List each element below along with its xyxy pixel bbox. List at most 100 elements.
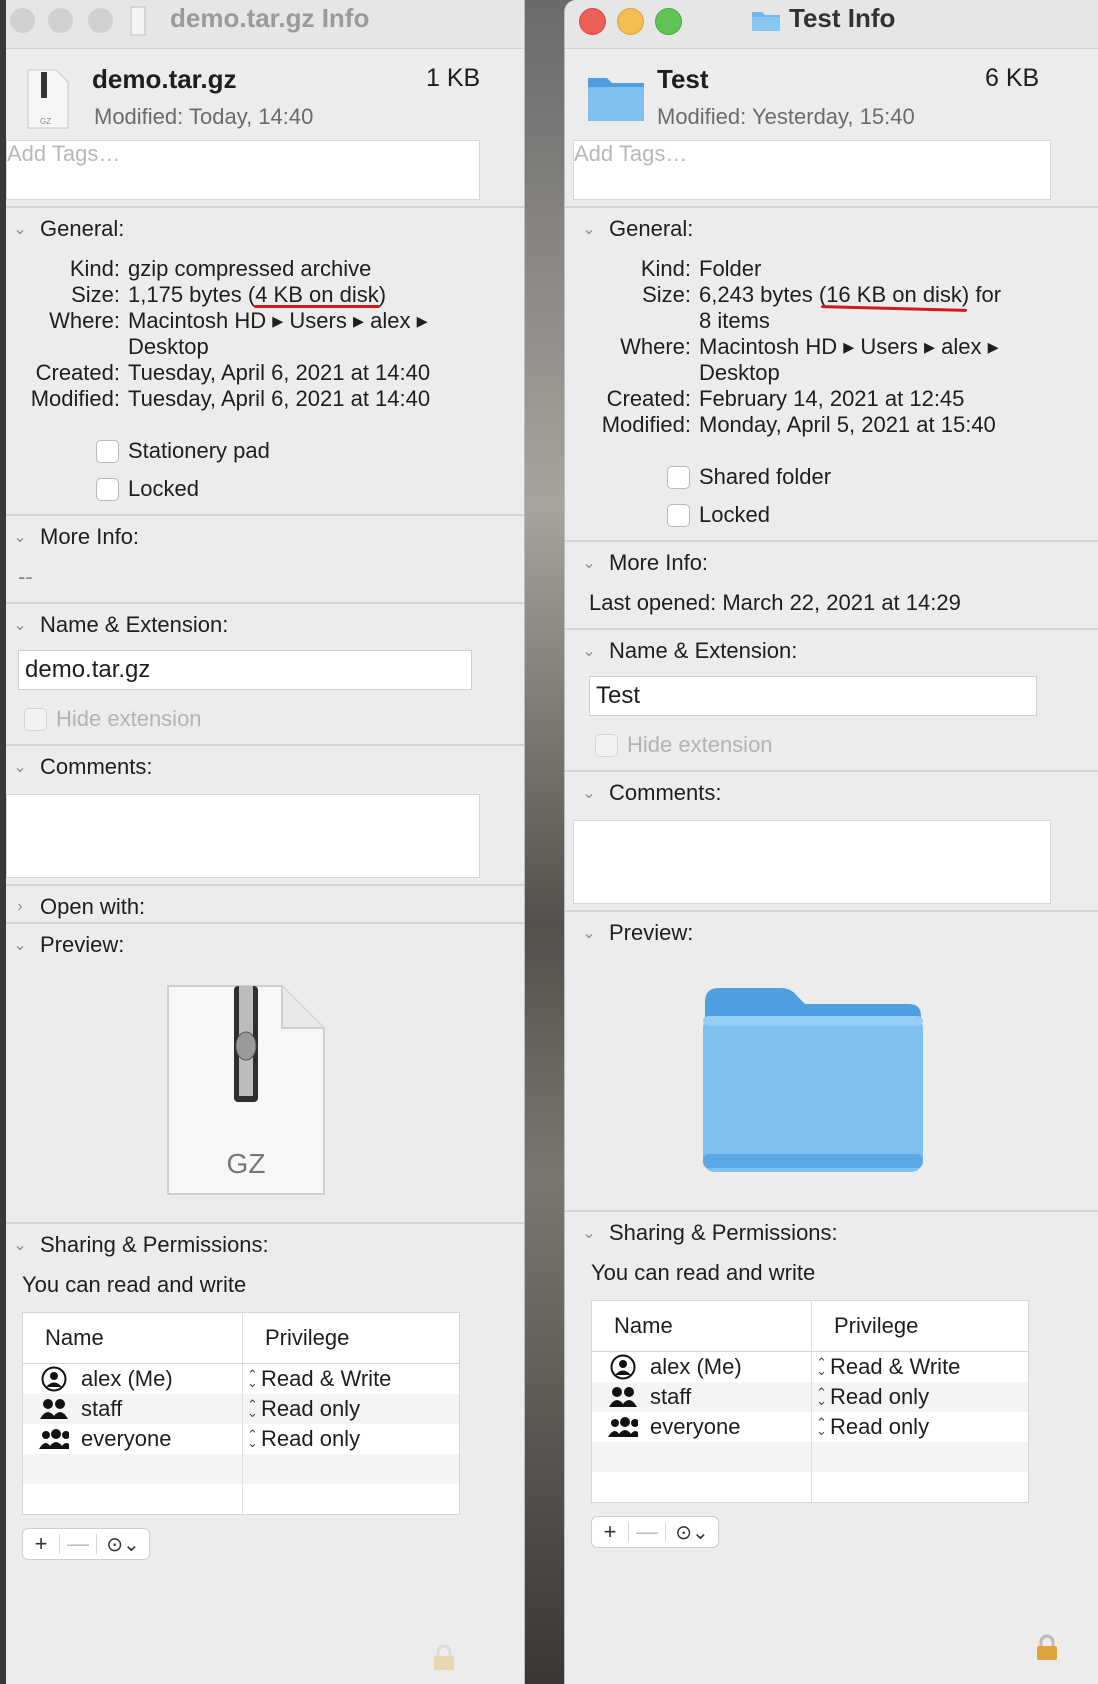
- lock-icon[interactable]: [432, 1644, 456, 1672]
- folder-icon: [588, 78, 644, 121]
- archive-file-icon: GZ: [27, 69, 69, 129]
- permissions-table: Name Privilege alex (Me) ⌃ ⌄ Read & Write s…: [22, 1312, 460, 1515]
- comments-field[interactable]: [573, 820, 1051, 904]
- column-header-privilege[interactable]: Privilege: [242, 1312, 460, 1364]
- section-general[interactable]: ⌄ General:: [10, 216, 124, 242]
- locked-checkbox[interactable]: Locked: [96, 476, 199, 502]
- size-label: Size:: [71, 282, 120, 307]
- section-name-extension[interactable]: ⌄ Name & Extension:: [579, 638, 797, 664]
- minimize-button[interactable]: [48, 8, 73, 33]
- where-value: Macintosh HD ▸ Users ▸ alex ▸: [699, 334, 999, 359]
- section-more-info[interactable]: ⌄ More Info:: [10, 524, 139, 550]
- user-name: everyone: [81, 1426, 172, 1451]
- section-preview[interactable]: ⌄ Preview:: [579, 920, 693, 946]
- permissions-toolbar: + — ⊙⌄: [591, 1516, 719, 1548]
- section-label: Preview:: [609, 920, 694, 945]
- hide-extension-checkbox[interactable]: Hide extension: [595, 732, 773, 758]
- section-comments[interactable]: ⌄ Comments:: [10, 754, 152, 780]
- name-field[interactable]: Test: [589, 676, 1037, 716]
- modified-label: Modified:: [657, 104, 747, 129]
- kind-value: Folder: [699, 256, 762, 281]
- user-name: alex (Me): [650, 1354, 742, 1379]
- action-menu-button[interactable]: ⊙⌄: [666, 1520, 718, 1545]
- window-title: demo.tar.gz Info: [170, 3, 370, 33]
- name-field-value: demo.tar.gz: [25, 656, 151, 683]
- group-icon: [608, 1384, 638, 1410]
- section-comments[interactable]: ⌄ Comments:: [579, 780, 721, 806]
- section-more-info[interactable]: ⌄ More Info:: [579, 550, 708, 576]
- section-preview[interactable]: ⌄ Preview:: [10, 932, 124, 958]
- name-field[interactable]: demo.tar.gz: [18, 650, 472, 690]
- action-menu-button[interactable]: ⊙⌄: [97, 1532, 149, 1557]
- file-size: 6 KB: [985, 64, 1040, 92]
- chevron-down-icon: ⌄: [582, 925, 596, 942]
- table-row[interactable]: alex (Me) ⌃ ⌄ Read & Write: [591, 1351, 1029, 1382]
- where-value: Macintosh HD ▸ Users ▸ alex ▸: [128, 308, 428, 333]
- section-label: Open with:: [40, 894, 146, 919]
- section-open-with[interactable]: › Open with:: [10, 894, 145, 920]
- chevron-down-icon: ⌄: [582, 643, 596, 660]
- locked-checkbox[interactable]: Locked: [667, 502, 770, 528]
- remove-button[interactable]: —: [60, 1531, 96, 1557]
- kind-label: Kind:: [69, 256, 120, 281]
- shared-folder-checkbox[interactable]: Shared folder: [667, 464, 831, 490]
- section-general[interactable]: ⌄ General:: [579, 216, 693, 242]
- privilege-value[interactable]: Read & Write: [261, 1366, 391, 1392]
- modified-value: Tuesday, April 6, 2021 at 14:40: [128, 386, 431, 411]
- column-header-name[interactable]: Name: [22, 1312, 243, 1364]
- section-name-extension[interactable]: ⌄ Name & Extension:: [10, 612, 228, 638]
- lock-icon[interactable]: [1035, 1634, 1059, 1662]
- window-title: Test Info: [789, 3, 896, 33]
- privilege-value[interactable]: Read only: [830, 1414, 929, 1440]
- privilege-value[interactable]: Read & Write: [830, 1354, 960, 1380]
- privilege-value[interactable]: Read only: [830, 1384, 929, 1410]
- section-sharing[interactable]: ⌄ Sharing & Permissions:: [579, 1220, 838, 1246]
- chevron-down-icon: ⌄: [13, 221, 27, 238]
- stepper-icon: ⌃ ⌄: [247, 1367, 258, 1390]
- where-value-cont: Desktop: [128, 334, 209, 359]
- archive-preview-icon: GZ: [166, 984, 326, 1196]
- tags-field[interactable]: Add Tags…: [573, 140, 1051, 200]
- table-row[interactable]: everyone ⌃ ⌄ Read only: [591, 1412, 1029, 1442]
- privilege-value[interactable]: Read only: [261, 1426, 360, 1452]
- section-label: More Info:: [40, 524, 140, 549]
- zoom-button[interactable]: [655, 8, 682, 35]
- where-label: Where:: [620, 334, 691, 359]
- modified-label: Modified:: [94, 104, 184, 129]
- add-button[interactable]: +: [592, 1519, 628, 1545]
- titlebar[interactable]: demo.tar.gz Info: [6, 0, 524, 49]
- stepper-icon: ⌃ ⌄: [816, 1415, 827, 1438]
- table-row[interactable]: staff ⌃ ⌄ Read only: [591, 1382, 1029, 1412]
- column-header-privilege[interactable]: Privilege: [811, 1300, 1029, 1352]
- table-row[interactable]: everyone ⌃ ⌄ Read only: [22, 1424, 460, 1454]
- group-icon: [39, 1396, 69, 1422]
- info-window-demo: demo.tar.gz Info GZ demo.tar.gz 1 KB Mod…: [6, 0, 525, 1684]
- table-row[interactable]: alex (Me) ⌃ ⌄ Read & Write: [22, 1363, 460, 1394]
- sharing-status: You can read and write: [591, 1260, 816, 1285]
- section-sharing[interactable]: ⌄ Sharing & Permissions:: [10, 1232, 268, 1258]
- zoom-button[interactable]: [88, 8, 113, 33]
- modified-label: Modified:: [601, 412, 691, 437]
- hide-extension-checkbox[interactable]: Hide extension: [24, 706, 202, 732]
- minimize-button[interactable]: [617, 8, 644, 35]
- privilege-value[interactable]: Read only: [261, 1396, 360, 1422]
- stationery-pad-checkbox[interactable]: Stationery pad: [96, 438, 270, 464]
- remove-button[interactable]: —: [629, 1519, 665, 1545]
- created-label: Created:: [606, 386, 691, 411]
- tags-placeholder: Add Tags…: [574, 141, 688, 166]
- titlebar[interactable]: Test Info: [565, 0, 1098, 49]
- tags-field[interactable]: Add Tags…: [6, 140, 480, 200]
- modified-value: Yesterday, 15:40: [752, 104, 915, 129]
- created-label: Created:: [35, 360, 120, 385]
- everyone-icon: [608, 1414, 638, 1440]
- section-label: Sharing & Permissions:: [609, 1220, 838, 1245]
- column-header-name[interactable]: Name: [591, 1300, 812, 1352]
- table-row[interactable]: staff ⌃ ⌄ Read only: [22, 1394, 460, 1424]
- close-button[interactable]: [10, 8, 35, 33]
- close-button[interactable]: [579, 8, 606, 35]
- add-button[interactable]: +: [23, 1531, 59, 1557]
- stepper-icon: ⌃ ⌄: [247, 1427, 258, 1450]
- modified-label: Modified:: [30, 386, 120, 411]
- comments-field[interactable]: [6, 794, 480, 878]
- chevron-down-icon: ⌄: [13, 759, 27, 776]
